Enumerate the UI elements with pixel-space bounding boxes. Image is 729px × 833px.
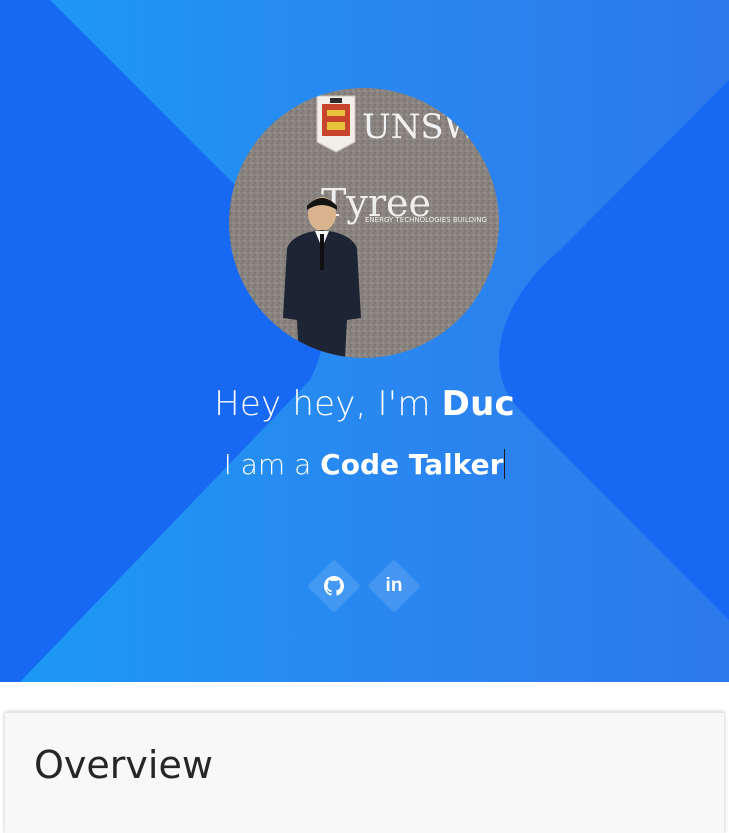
- avatar-photo: UNSW Tyree ENERGY TECHNOLOGIES BUILDING: [229, 88, 499, 358]
- typing-caret: [504, 449, 506, 479]
- avatar: UNSW Tyree ENERGY TECHNOLOGIES BUILDING: [229, 88, 499, 358]
- role-typewriter: I am a Code Talker: [0, 448, 729, 481]
- role-prefix: I am a: [223, 448, 321, 481]
- greeting-heading: Hey hey, I'm Duc: [0, 384, 729, 424]
- github-link[interactable]: [307, 559, 361, 613]
- overview-title: Overview: [34, 743, 213, 787]
- github-icon: [315, 567, 353, 605]
- role-name: Code Talker: [320, 448, 504, 481]
- linkedin-glyph: in: [385, 575, 403, 596]
- overview-card: Overview: [5, 712, 724, 833]
- sign-sub-text: ENERGY TECHNOLOGIES BUILDING: [365, 216, 487, 224]
- linkedin-icon: in: [375, 567, 413, 605]
- linkedin-link[interactable]: in: [367, 559, 421, 613]
- greeting-name: Duc: [441, 384, 515, 424]
- hero-section: UNSW Tyree ENERGY TECHNOLOGIES BUILDING …: [0, 0, 729, 682]
- greeting-prefix: Hey hey, I'm: [214, 384, 442, 424]
